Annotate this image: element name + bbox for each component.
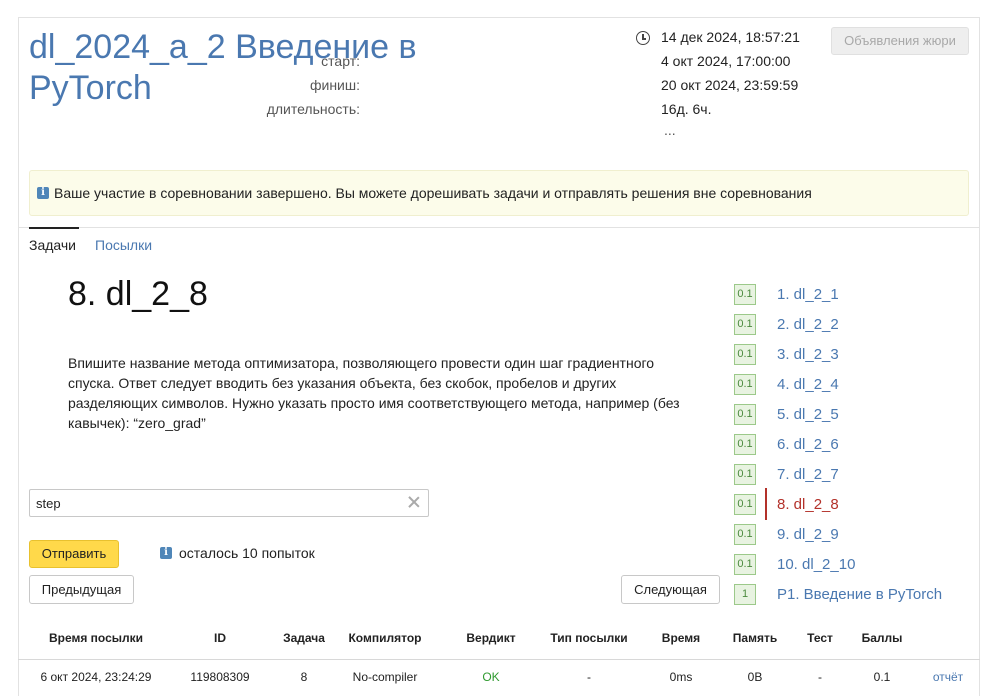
- alert-text: Ваше участие в соревновании завершено. В…: [54, 185, 812, 201]
- problem-list-item[interactable]: 0.1 1. dl_2_1: [733, 284, 973, 306]
- finish-label: финиш:: [309, 77, 360, 93]
- problem-list-item[interactable]: 0.1 4. dl_2_4: [733, 374, 973, 396]
- problem-link[interactable]: 8. dl_2_8: [777, 496, 839, 513]
- duration-label: длительность:: [266, 101, 360, 117]
- problem-link[interactable]: 6. dl_2_6: [777, 436, 839, 453]
- tab-submissions[interactable]: Посылки: [95, 237, 152, 253]
- problem-link[interactable]: P1. Введение в PyTorch: [777, 586, 942, 603]
- report-link[interactable]: отчёт: [888, 670, 1003, 684]
- problem-list-item[interactable]: 0.1 2. dl_2_2: [733, 314, 973, 336]
- score-badge: 0.1: [734, 314, 756, 335]
- score-badge: 0.1: [734, 524, 756, 545]
- table-header-divider: [18, 659, 980, 660]
- active-tab-indicator: [29, 227, 79, 229]
- cell-time: 6 окт 2024, 23:24:29: [40, 670, 152, 684]
- attempts-left: осталось 10 попыток: [179, 545, 315, 561]
- header-divider: [18, 227, 980, 228]
- score-badge: 0.1: [734, 284, 756, 305]
- problem-link[interactable]: 10. dl_2_10: [777, 556, 855, 573]
- score-badge: 0.1: [734, 434, 756, 455]
- score-badge: 1: [734, 584, 756, 605]
- problem-list-item[interactable]: 0.1 3. dl_2_3: [733, 344, 973, 366]
- problem-link[interactable]: 3. dl_2_3: [777, 346, 839, 363]
- problem-title: 8. dl_2_8: [68, 275, 208, 313]
- duration-value: 16д. 6ч.: [661, 101, 712, 117]
- score-badge: 0.1: [734, 554, 756, 575]
- active-problem-marker: [765, 488, 767, 520]
- jury-announcements-button[interactable]: Объявления жюри: [831, 27, 969, 55]
- problem-link[interactable]: 7. dl_2_7: [777, 466, 839, 483]
- problem-list-item[interactable]: 0.1 7. dl_2_7: [733, 464, 973, 486]
- header-time: Время посылки: [48, 631, 144, 645]
- problem-list-item[interactable]: 0.1 9. dl_2_9: [733, 524, 973, 546]
- clock-icon: [636, 31, 650, 45]
- problem-list-item[interactable]: 0.1 10. dl_2_10: [733, 554, 973, 576]
- problem-link[interactable]: 4. dl_2_4: [777, 376, 839, 393]
- score-badge: 0.1: [734, 494, 756, 515]
- answer-input[interactable]: [29, 489, 429, 517]
- problem-list-item[interactable]: 1 P1. Введение в PyTorch: [733, 584, 973, 606]
- next-problem-button[interactable]: Следующая: [621, 575, 720, 604]
- score-badge: 0.1: [734, 464, 756, 485]
- start-label: старт:: [321, 53, 360, 69]
- info-icon: i: [37, 187, 49, 199]
- problem-link[interactable]: 2. dl_2_2: [777, 316, 839, 333]
- finish-value: 20 окт 2024, 23:59:59: [661, 77, 799, 93]
- header-score: Баллы: [861, 631, 903, 645]
- clear-icon[interactable]: [407, 495, 421, 509]
- header-compiler: Компилятор: [348, 631, 422, 645]
- start-value: 4 окт 2024, 17:00:00: [661, 53, 791, 69]
- problem-link[interactable]: 9. dl_2_9: [777, 526, 839, 543]
- problem-list-item[interactable]: 0.1 8. dl_2_8: [733, 488, 973, 520]
- info-icon: i: [160, 547, 172, 559]
- previous-problem-button[interactable]: Предыдущая: [29, 575, 134, 604]
- problem-link[interactable]: 1. dl_2_1: [777, 286, 839, 303]
- score-badge: 0.1: [734, 344, 756, 365]
- score-badge: 0.1: [734, 404, 756, 425]
- problem-link[interactable]: 5. dl_2_5: [777, 406, 839, 423]
- participation-ended-alert: i Ваше участие в соревновании завершено.…: [29, 170, 969, 216]
- problem-list-item[interactable]: 0.1 5. dl_2_5: [733, 404, 973, 426]
- cell-compiler: No-compiler: [352, 670, 418, 684]
- meta-more[interactable]: ...: [664, 122, 676, 138]
- submit-button[interactable]: Отправить: [29, 540, 119, 568]
- problem-statement: Впишите название метода оптимизатора, по…: [68, 355, 680, 431]
- attempts-info: i осталось 10 попыток: [160, 545, 315, 561]
- score-badge: 0.1: [734, 374, 756, 395]
- current-time: 14 дек 2024, 18:57:21: [661, 29, 800, 45]
- problem-list-item[interactable]: 0.1 6. dl_2_6: [733, 434, 973, 456]
- tab-tasks[interactable]: Задачи: [29, 237, 76, 253]
